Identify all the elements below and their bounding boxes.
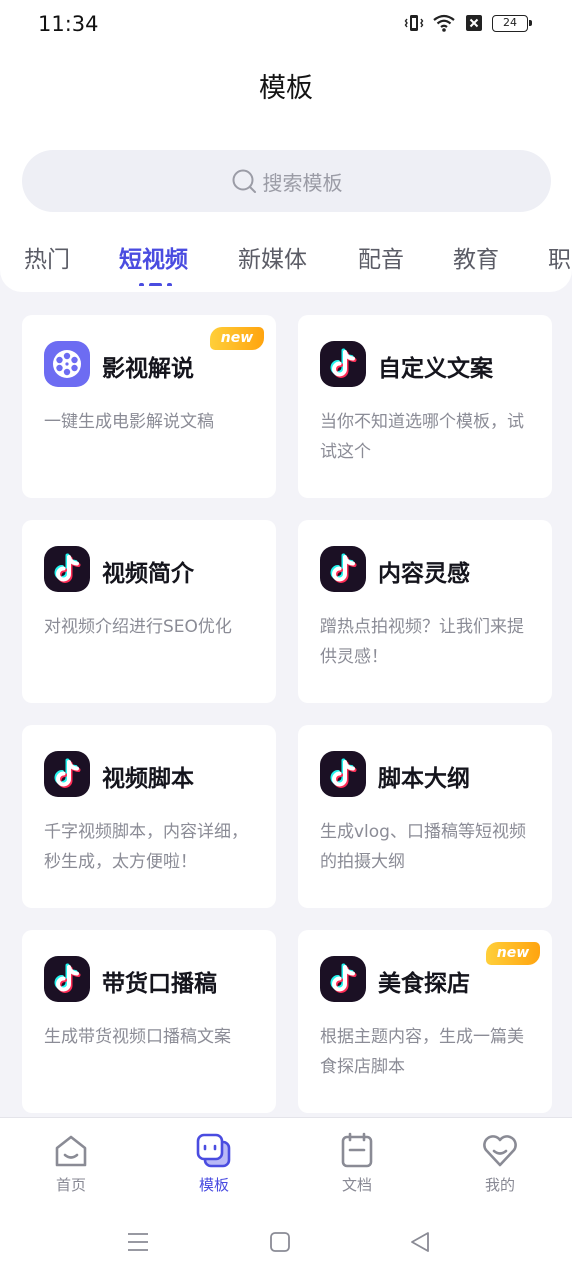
template-card[interactable]: 视频简介 对视频介绍进行SEO优化 [22,520,276,703]
tiktok-icon [320,341,366,387]
new-badge: new [210,327,264,350]
page-title: 模板 [259,73,313,104]
vibrate-icon [404,15,424,31]
card-title: 美食探店 [378,971,470,997]
tiktok-icon [320,546,366,592]
template-icon [196,1133,231,1168]
nav-label: 模板 [198,1176,229,1194]
home-icon [55,1135,87,1167]
template-card[interactable]: 美食探店 根据主题内容，生成一篇美食探店脚本 new [298,930,552,1113]
tiktok-icon [44,751,90,797]
tiktok-icon [320,956,366,1002]
nav-documents[interactable]: 文档 [307,1132,407,1195]
heart-smile-icon [483,1135,517,1167]
template-card[interactable]: 影视解说 一键生成电影解说文稿 new [22,315,276,498]
card-description: 对视频介绍进行SEO优化 [44,617,232,637]
card-title: 影视解说 [102,356,194,382]
search-placeholder: 搜索模板 [262,170,343,195]
system-nav-bar [0,1222,572,1270]
status-time: 11:34 [38,12,99,36]
card-description: 当你不知道选哪个模板，试试这个 [320,412,524,462]
tab-career[interactable]: 职 [548,240,571,274]
menu-icon[interactable] [126,1230,150,1258]
tiktok-icon [44,546,90,592]
card-description: 生成带货视频口播稿文案 [44,1027,231,1047]
search-icon [232,169,256,193]
nav-home[interactable]: 首页 [21,1132,121,1195]
template-card[interactable]: 内容灵感 蹭热点拍视频？让我们来提供灵感！ [298,520,552,703]
new-badge: new [486,942,540,965]
nav-label: 首页 [55,1176,86,1194]
tab-dubbing[interactable]: 配音 [358,240,404,274]
tiktok-icon [44,956,90,1002]
home-square-icon[interactable] [268,1230,292,1258]
nav-label: 文档 [341,1176,372,1194]
document-icon [341,1132,373,1168]
active-tab-indicator [139,283,172,286]
template-card[interactable]: 视频脚本 千字视频脚本，内容详细，秒生成，太方便啦！ [22,725,276,908]
card-description: 一键生成电影解说文稿 [44,412,214,432]
film-reel-icon [44,341,90,387]
card-description: 根据主题内容，生成一篇美食探店脚本 [320,1027,524,1077]
template-card[interactable]: 脚本大纲 生成vlog、口播稿等短视频的拍摄大纲 [298,725,552,908]
tab-new-media[interactable]: 新媒体 [238,240,307,274]
card-title: 内容灵感 [378,561,470,587]
template-card[interactable]: 带货口播稿 生成带货视频口播稿文案 [22,930,276,1113]
nav-mine[interactable]: 我的 [450,1132,550,1195]
card-description: 蹭热点拍视频？让我们来提供灵感！ [320,617,524,667]
card-description: 千字视频脚本，内容详细，秒生成，太方便啦！ [44,822,248,872]
battery-icon: 24 [492,14,532,32]
status-bar: 11:34 24 [0,0,572,52]
tiktok-icon [320,751,366,797]
card-title: 脚本大纲 [378,766,470,792]
template-card[interactable]: 自定义文案 当你不知道选哪个模板，试试这个 [298,315,552,498]
category-tabs: 热门 短视频 新媒体 配音 教育 职 [0,240,572,286]
nav-templates[interactable]: 模板 [164,1132,264,1195]
card-description: 生成vlog、口播稿等短视频的拍摄大纲 [320,822,526,872]
tab-hot[interactable]: 热门 [24,240,70,274]
card-title: 带货口播稿 [102,971,217,997]
no-sim-icon [466,15,482,31]
search-input[interactable]: 搜索模板 [22,150,551,212]
card-title: 自定义文案 [378,356,493,382]
wifi-icon [433,14,455,32]
card-title: 视频脚本 [102,766,194,792]
tab-education[interactable]: 教育 [453,240,499,274]
tab-short-video[interactable]: 短视频 [119,240,188,274]
header-panel: 11:34 24 模板 搜索模板 热门 短视频 新媒体 配音 教育 职 [0,0,572,292]
nav-label: 我的 [484,1176,515,1194]
back-icon[interactable] [408,1230,432,1258]
status-icons: 24 [404,13,532,33]
card-title: 视频简介 [102,561,194,587]
